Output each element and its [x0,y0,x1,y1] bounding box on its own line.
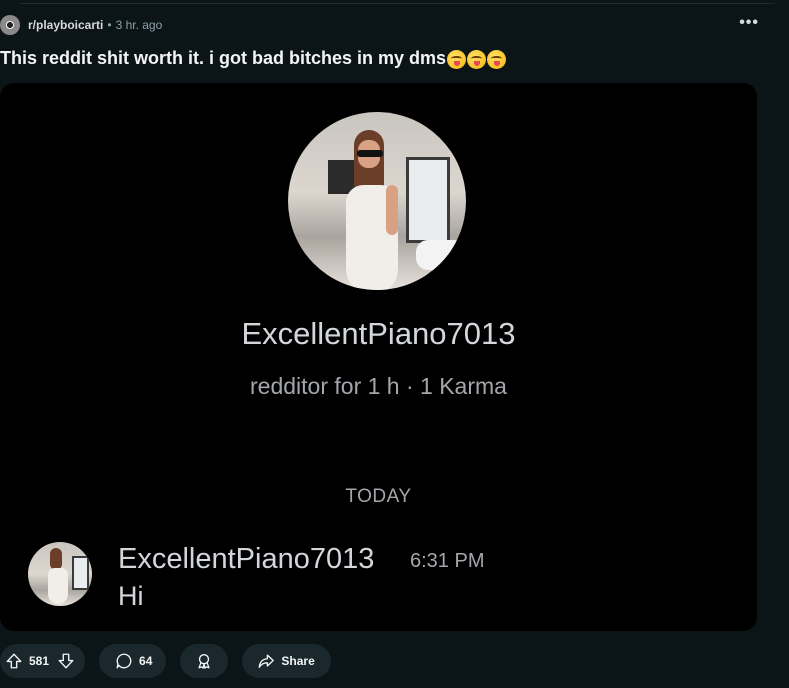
yum-emoji-icon [487,49,507,69]
share-icon [257,652,275,670]
message-avatar [28,542,92,606]
comments-button[interactable]: 64 [99,644,167,678]
photo-window [406,157,450,243]
share-button[interactable]: Share [242,644,331,678]
post-time: 3 hr. ago [115,18,163,32]
action-bar: 581 64 Share [0,644,331,678]
day-divider-label: TODAY [345,486,412,507]
comment-count: 64 [139,654,153,668]
meta-separator: • [107,18,112,32]
yum-emoji-icon [447,49,467,69]
subreddit-name[interactable]: r/playboicarti [28,18,103,32]
comment-icon [115,652,133,670]
vote-control: 581 [0,644,86,678]
photo-sofa [416,240,466,270]
more-options-button[interactable]: ••• [739,14,759,32]
vote-score: 581 [29,654,50,668]
profile-username: ExcellentPiano7013 [241,316,516,351]
post-header: r/playboicarti • 3 hr. ago [0,12,162,38]
post-title[interactable]: This reddit shit worth it. i got bad bit… [0,48,507,69]
upvote-icon[interactable] [5,652,23,670]
profile-picture [288,112,466,290]
award-icon [195,652,213,670]
yum-emoji-icon [467,49,487,69]
post-image[interactable]: ExcellentPiano7013 redditor for 1 h · 1 … [0,83,757,631]
emoji-group [447,49,507,69]
ellipsis-icon: ••• [739,14,759,31]
downvote-icon[interactable] [57,652,75,670]
photo-person [346,130,398,290]
share-label: Share [281,654,315,668]
subreddit-avatar[interactable] [0,15,20,35]
top-divider [20,3,775,4]
award-button[interactable] [180,644,229,678]
message-text: Hi [118,581,144,611]
post-title-text: This reddit shit worth it. i got bad bit… [0,48,447,68]
message-time: 6:31 PM [410,550,485,572]
profile-meta: redditor for 1 h · 1 Karma [250,373,507,399]
message-sender: ExcellentPiano7013 [118,543,375,575]
